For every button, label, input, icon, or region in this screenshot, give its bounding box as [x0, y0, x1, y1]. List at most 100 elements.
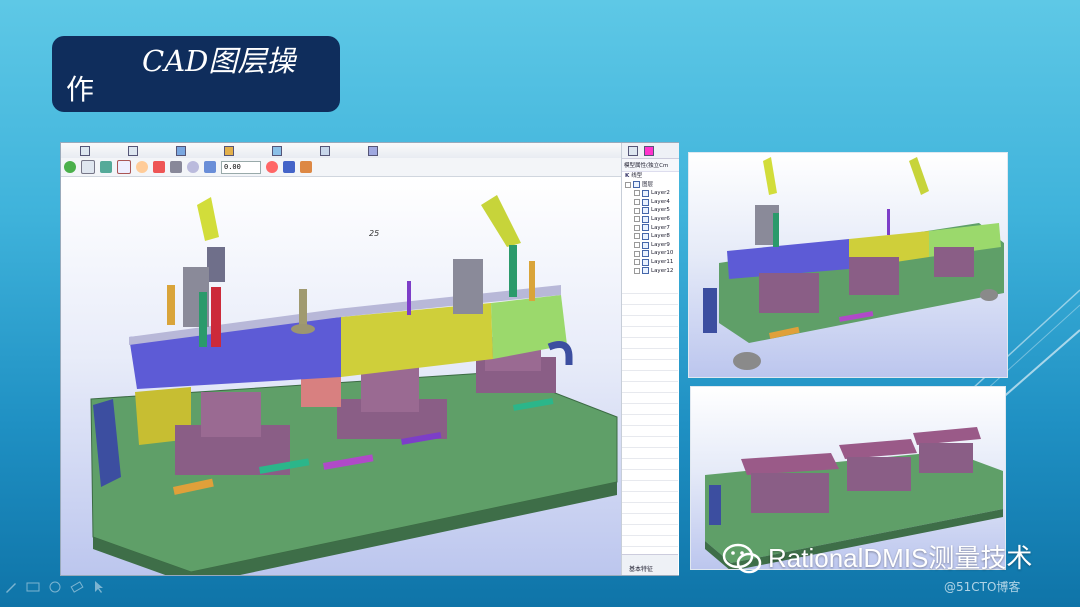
layer-checkbox[interactable] — [642, 250, 649, 258]
layer-label: Layer12 — [651, 267, 674, 274]
expand-icon[interactable] — [634, 259, 640, 266]
layer-label: Layer9 — [651, 241, 670, 248]
layer-checkbox[interactable] — [642, 224, 649, 232]
layer-label: Layer5 — [651, 207, 670, 214]
settings-icon[interactable] — [300, 161, 312, 173]
measure-icon — [176, 145, 186, 156]
palette-icon[interactable] — [153, 161, 165, 173]
layer-checkbox[interactable] — [642, 267, 649, 275]
layer-panel: 模型属性(独立Cm K 线型 图层 Layer2 Layer4 Layer5 L… — [621, 143, 679, 575]
layer-row[interactable]: Layer11 — [622, 258, 679, 267]
probe-icon — [224, 145, 234, 156]
expand-icon[interactable] — [634, 199, 640, 206]
layer-checkbox[interactable] — [642, 207, 649, 215]
menu-item-view[interactable] — [253, 145, 301, 156]
menu-bar — [61, 143, 678, 159]
fit-icon[interactable] — [81, 160, 95, 174]
panel-header — [622, 143, 679, 159]
rotate-icon[interactable] — [100, 161, 112, 173]
zoom-icon[interactable] — [187, 161, 199, 173]
new-doc-icon — [80, 145, 90, 156]
layer-row[interactable]: Layer8 — [622, 232, 679, 241]
title-box: CAD图层操 作 — [52, 36, 340, 112]
menu-item-probe[interactable] — [205, 145, 253, 156]
layer-row[interactable]: Layer7 — [622, 224, 679, 233]
3d-viewport[interactable]: 25 — [61, 177, 621, 575]
layer-row[interactable]: Layer10 — [622, 249, 679, 258]
layer-label: Layer8 — [651, 233, 670, 240]
view-icon — [272, 145, 282, 156]
zoom-input[interactable]: 0.00 — [221, 160, 261, 174]
property-grid — [622, 283, 678, 555]
wechat-icon — [722, 543, 762, 574]
menu-item-report[interactable] — [349, 145, 397, 156]
layer-row[interactable]: Layer2 — [622, 189, 679, 198]
highlighter-icon[interactable] — [70, 580, 84, 594]
presenter-toolbar — [4, 580, 106, 594]
layer-group-checkbox[interactable] — [633, 181, 640, 189]
axis-icon[interactable] — [117, 160, 131, 174]
expand-icon[interactable] — [634, 216, 640, 223]
expand-icon[interactable] — [634, 190, 640, 197]
layer-label: Layer7 — [651, 224, 670, 231]
panel-footer: 基本特征 — [622, 554, 678, 575]
expand-icon[interactable] — [634, 207, 640, 214]
tree-root-label: 线型 — [631, 173, 643, 179]
linetype-icon: K — [625, 173, 630, 179]
slide-title: CAD图层操 — [142, 44, 296, 78]
report-icon — [368, 145, 378, 156]
pointer-icon[interactable] — [92, 580, 106, 594]
save-icon — [128, 145, 138, 156]
fixture-model — [90, 195, 618, 575]
layer-checkbox[interactable] — [642, 215, 649, 223]
layer-label: Layer11 — [651, 258, 674, 265]
layer-checkbox[interactable] — [642, 241, 649, 249]
expand-icon[interactable] — [634, 233, 640, 240]
tree-group-layers[interactable]: 图层 — [622, 181, 679, 190]
layer-label: Layer10 — [651, 250, 674, 257]
expand-icon[interactable] — [634, 224, 640, 231]
tree-group-label: 图层 — [642, 181, 654, 188]
zoom-out-icon[interactable] — [204, 161, 216, 173]
checkbox-icon[interactable] — [628, 146, 638, 156]
panel-title: 模型属性(独立Cm — [622, 159, 679, 172]
layer-checkbox[interactable] — [642, 258, 649, 266]
refresh-icon[interactable] — [64, 161, 76, 173]
slide-icon[interactable] — [26, 580, 40, 594]
tab-basic-features[interactable]: 基本特征 — [629, 564, 653, 573]
cad-app-window: 0.00 25 模型属性(独立Cm K 线型 图层 Layer2 Layer4 … — [60, 142, 679, 576]
layer-row[interactable]: Layer12 — [622, 267, 679, 276]
layer-label: Layer2 — [651, 190, 670, 197]
camera-icon[interactable] — [170, 161, 182, 173]
layer-checkbox[interactable] — [642, 198, 649, 206]
eye-icon[interactable] — [136, 161, 148, 173]
layer-icon[interactable] — [283, 161, 295, 173]
collapse-icon[interactable] — [625, 181, 631, 188]
slide-title-continued: 作 — [66, 73, 95, 106]
move-icon[interactable] — [266, 161, 278, 173]
layer-label: Layer6 — [651, 215, 670, 222]
viewport-marker: 25 — [369, 229, 380, 238]
menu-item-cloud[interactable] — [301, 145, 349, 156]
menu-item-measure[interactable] — [157, 145, 205, 156]
layer-row[interactable]: Layer6 — [622, 215, 679, 224]
expand-icon[interactable] — [634, 250, 640, 257]
layer-row[interactable]: Layer9 — [622, 241, 679, 250]
layer-row[interactable]: Layer4 — [622, 198, 679, 207]
menu-item-save[interactable] — [109, 145, 157, 156]
menu-item-file[interactable] — [61, 145, 109, 156]
layer-checkbox[interactable] — [642, 189, 649, 197]
site-credit: @51CTO博客 — [944, 580, 1021, 594]
cloud-icon — [320, 145, 330, 156]
preview-image-full-fixture — [688, 152, 1008, 378]
layer-label: Layer4 — [651, 198, 670, 205]
tree-root[interactable]: K 线型 — [622, 172, 679, 181]
pen-icon[interactable] — [4, 580, 18, 594]
brand-watermark: RationalDMIS测量技术 — [768, 543, 1033, 573]
expand-icon[interactable] — [634, 267, 640, 274]
expand-icon[interactable] — [634, 242, 640, 249]
layer-row[interactable]: Layer5 — [622, 206, 679, 215]
eraser-icon[interactable] — [48, 580, 62, 594]
close-panel-icon[interactable] — [644, 146, 654, 156]
layer-checkbox[interactable] — [642, 232, 649, 240]
